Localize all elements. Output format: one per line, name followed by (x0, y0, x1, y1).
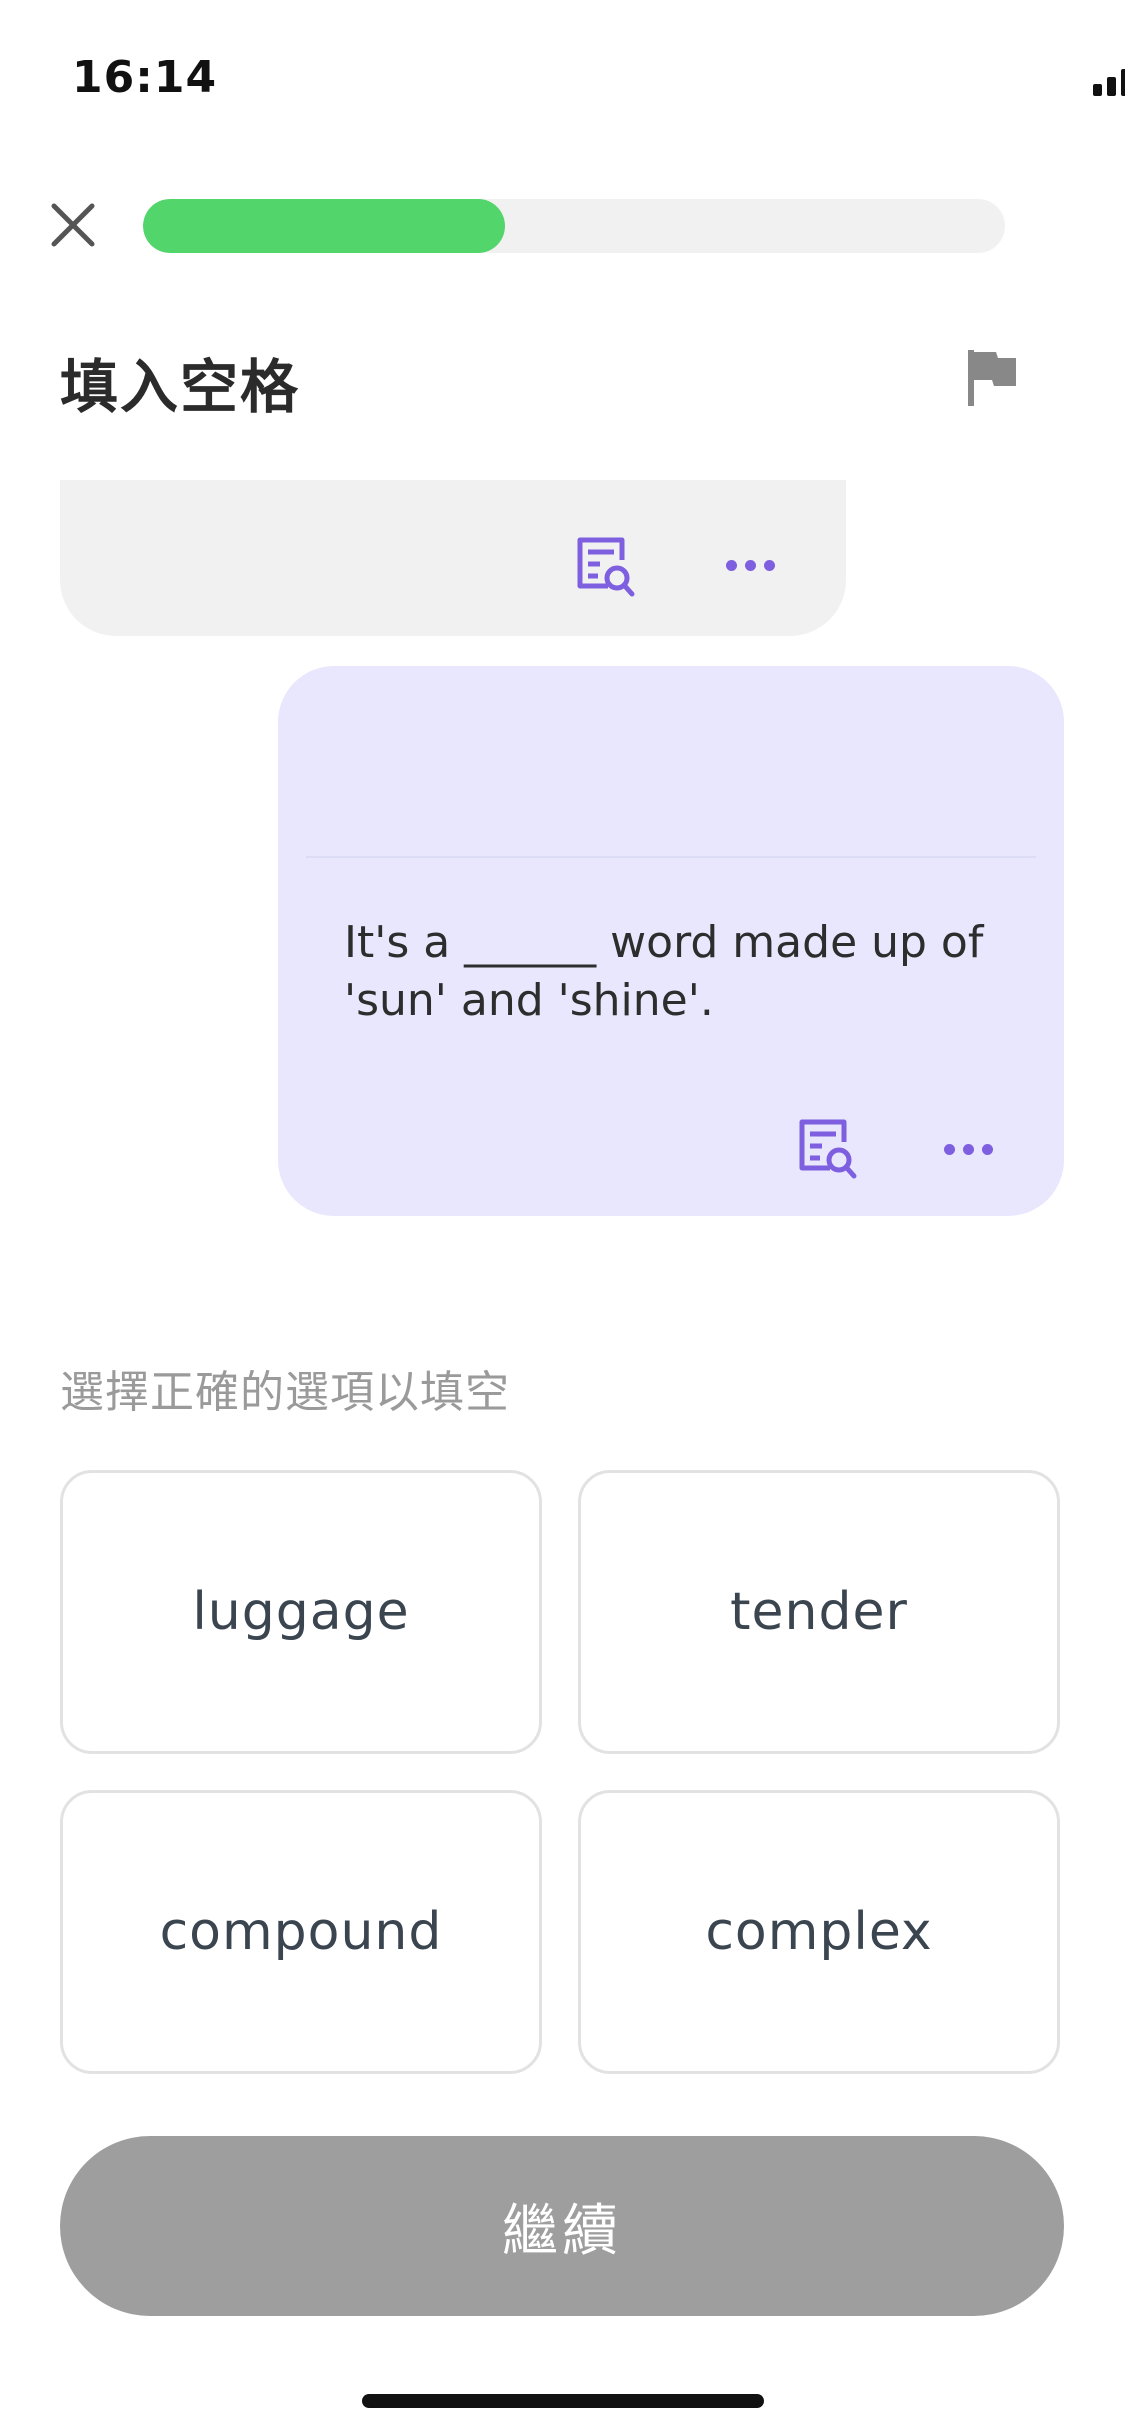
progress-bar (143, 199, 1005, 253)
flag-icon[interactable] (962, 346, 1022, 410)
more-dots-icon[interactable] (726, 560, 776, 574)
continue-button[interactable]: 繼續 (60, 2136, 1064, 2316)
close-icon[interactable] (48, 200, 98, 250)
fill-blank-sentence: It's a ______ word made up of 'sun' and … (344, 917, 984, 1026)
lesson-screen: 16:14 100 填入空格 (0, 0, 1125, 2436)
progress-fill (143, 199, 506, 253)
document-search-icon[interactable] (574, 534, 636, 600)
more-dots-icon[interactable] (944, 1144, 994, 1158)
option-card[interactable]: compound (60, 1790, 542, 2074)
option-card[interactable]: luggage (60, 1470, 542, 1754)
option-card[interactable]: complex (578, 1790, 1060, 2074)
option-card[interactable]: tender (578, 1470, 1060, 1754)
status-time: 16:14 (72, 52, 218, 103)
message-bubble-previous (60, 480, 846, 636)
document-search-icon[interactable] (796, 1116, 858, 1182)
instruction-text: 選擇正確的選項以填空 (60, 1367, 510, 1418)
home-indicator (362, 2394, 764, 2408)
page-title: 填入空格 (60, 353, 301, 421)
bubble-divider (306, 856, 1036, 858)
message-bubble-current: It's a ______ word made up of 'sun' and … (278, 666, 1064, 1216)
signal-icon (1093, 60, 1125, 100)
